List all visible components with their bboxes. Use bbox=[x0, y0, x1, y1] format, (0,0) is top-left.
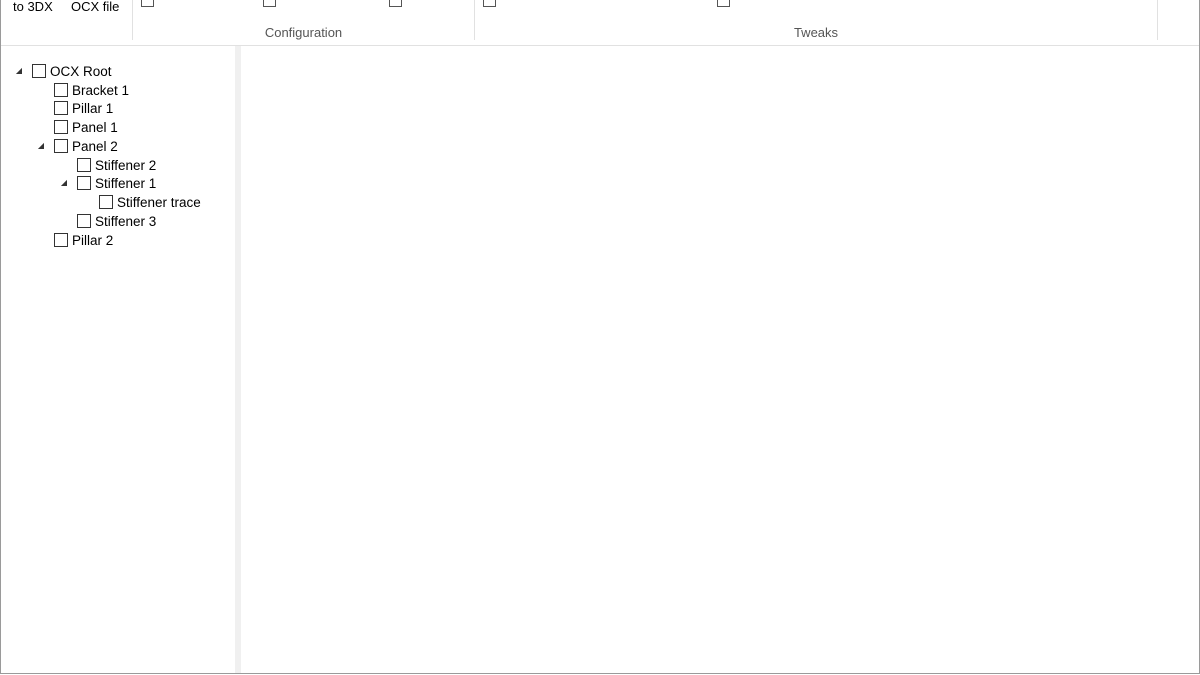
tree-checkbox[interactable] bbox=[54, 233, 68, 247]
tree-node-stiffener-3[interactable]: Stiffener 3 bbox=[59, 212, 156, 230]
expanded-arrow-icon[interactable]: ◢ bbox=[14, 66, 24, 76]
tree-node-label: Bracket 1 bbox=[72, 82, 130, 98]
tree-checkbox[interactable] bbox=[32, 64, 46, 78]
tree-node-panel-2[interactable]: ◢ Panel 2 bbox=[36, 137, 118, 155]
tree-checkbox[interactable] bbox=[77, 176, 91, 190]
tree-node-label: Pillar 1 bbox=[72, 100, 114, 116]
tree-checkbox[interactable] bbox=[54, 120, 68, 134]
ribbon-group-file: to 3DX OCX file bbox=[1, 0, 133, 40]
expanded-arrow-icon[interactable]: ◢ bbox=[36, 141, 46, 151]
tree-checkbox[interactable] bbox=[77, 158, 91, 172]
tree-node-ocx-root[interactable]: ◢ OCX Root bbox=[14, 62, 112, 80]
config-checkbox-3[interactable] bbox=[389, 0, 402, 7]
tree-node-label: Panel 2 bbox=[72, 138, 118, 154]
ribbon: to 3DX OCX file Configuration Tweaks bbox=[1, 0, 1199, 46]
ribbon-group-tweaks: Tweaks bbox=[475, 0, 1158, 40]
ribbon-group-configuration: Configuration bbox=[133, 0, 475, 40]
tree-node-panel-1[interactable]: Panel 1 bbox=[36, 118, 118, 136]
tree-node-label: Pillar 2 bbox=[72, 232, 114, 248]
config-checkbox-2[interactable] bbox=[263, 0, 276, 7]
export-to-3dx-button[interactable]: to 3DX bbox=[13, 0, 53, 14]
tree-node-pillar-1[interactable]: Pillar 1 bbox=[36, 99, 113, 117]
tree-node-stiffener-trace[interactable]: Stiffener trace bbox=[81, 193, 201, 211]
open-ocx-file-button[interactable]: OCX file bbox=[71, 0, 119, 14]
tree-node-bracket-1[interactable]: Bracket 1 bbox=[36, 81, 129, 99]
tweaks-group-label: Tweaks bbox=[793, 25, 839, 40]
tree-node-pillar-2[interactable]: Pillar 2 bbox=[36, 231, 113, 249]
app-window: to 3DX OCX file Configuration Tweaks ◢ O… bbox=[0, 0, 1200, 674]
tree-node-label: Stiffener 1 bbox=[95, 175, 157, 191]
tweaks-checkbox-1[interactable] bbox=[483, 0, 496, 7]
tree-node-label: Stiffener 2 bbox=[95, 157, 157, 173]
tree-checkbox[interactable] bbox=[54, 101, 68, 115]
tree-node-stiffener-1[interactable]: ◢ Stiffener 1 bbox=[59, 174, 156, 192]
configuration-group-label: Configuration bbox=[264, 25, 343, 40]
tree-view[interactable]: ◢ OCX Root Bracket 1 Pillar 1 Panel 1 ◢ … bbox=[1, 46, 235, 673]
expanded-arrow-icon[interactable]: ◢ bbox=[59, 178, 69, 188]
tree-checkbox[interactable] bbox=[54, 83, 68, 97]
tree-node-stiffener-2[interactable]: Stiffener 2 bbox=[59, 156, 156, 174]
config-checkbox-1[interactable] bbox=[141, 0, 154, 7]
tweaks-checkbox-2[interactable] bbox=[717, 0, 730, 7]
tree-checkbox[interactable] bbox=[99, 195, 113, 209]
tree-node-label: Stiffener trace bbox=[117, 194, 201, 210]
viewer-content-area[interactable] bbox=[241, 46, 1199, 673]
tree-node-label: Panel 1 bbox=[72, 119, 118, 135]
tree-node-label: OCX Root bbox=[50, 63, 112, 79]
tree-checkbox[interactable] bbox=[77, 214, 91, 228]
tree-node-label: Stiffener 3 bbox=[95, 213, 157, 229]
tree-checkbox[interactable] bbox=[54, 139, 68, 153]
